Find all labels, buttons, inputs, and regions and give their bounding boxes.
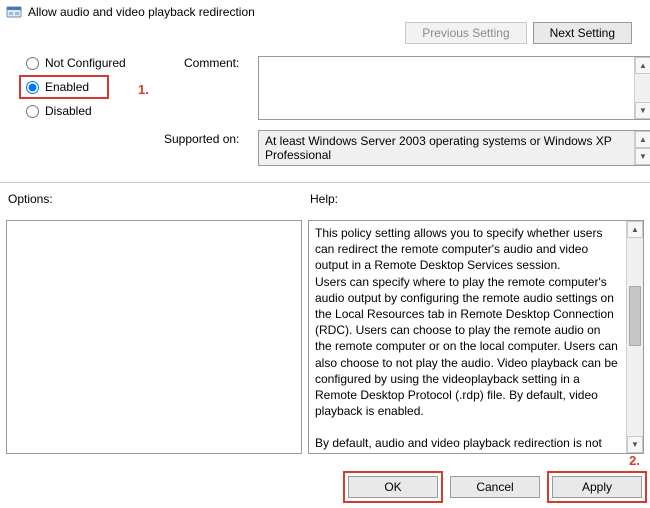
state-radios: Not Configured Enabled Disabled — [26, 56, 126, 118]
options-box — [6, 220, 302, 454]
help-scrollbar[interactable]: ▲ ▼ — [626, 221, 643, 453]
previous-setting-button[interactable]: Previous Setting — [405, 22, 526, 44]
cancel-button[interactable]: Cancel — [450, 476, 540, 498]
policy-dialog: Allow audio and video playback redirecti… — [0, 0, 650, 508]
radio-disabled-input[interactable] — [26, 105, 39, 118]
cancel-button-wrap: Cancel — [450, 476, 540, 498]
options-label: Options: — [8, 192, 53, 206]
apply-button-wrap: Apply — [552, 476, 642, 498]
comment-box: ▲ ▼ — [258, 56, 650, 120]
radio-disabled[interactable]: Disabled — [26, 104, 126, 118]
ok-button-wrap: OK — [348, 476, 438, 498]
radio-enabled[interactable]: Enabled — [26, 80, 126, 94]
supported-on-box: At least Windows Server 2003 operating s… — [258, 130, 650, 166]
comment-scrollbar[interactable]: ▲ ▼ — [634, 57, 650, 119]
scroll-up-icon[interactable]: ▲ — [635, 57, 650, 74]
scroll-down-icon[interactable]: ▼ — [635, 102, 650, 119]
divider — [0, 182, 650, 183]
help-label: Help: — [310, 192, 338, 206]
radio-enabled-label: Enabled — [45, 80, 89, 94]
scroll-down-icon[interactable]: ▼ — [635, 148, 650, 165]
help-text: This policy setting allows you to specif… — [309, 221, 626, 453]
comment-label: Comment: — [184, 56, 239, 70]
scroll-track[interactable] — [627, 238, 643, 436]
radio-not-configured[interactable]: Not Configured — [26, 56, 126, 70]
scroll-thumb[interactable] — [629, 286, 641, 346]
comment-textarea[interactable] — [259, 57, 634, 119]
config-area: Not Configured Enabled Disabled 1. Comme… — [26, 56, 638, 176]
ok-button[interactable]: OK — [348, 476, 438, 498]
supported-on-text: At least Windows Server 2003 operating s… — [259, 131, 634, 165]
dialog-buttons: OK Cancel Apply — [348, 476, 642, 498]
scroll-up-icon[interactable]: ▲ — [635, 131, 650, 148]
nav-buttons: Previous Setting Next Setting — [405, 22, 632, 44]
radio-enabled-input[interactable] — [26, 81, 39, 94]
scroll-up-icon[interactable]: ▲ — [627, 221, 643, 238]
radio-disabled-label: Disabled — [45, 104, 92, 118]
radio-not-configured-input[interactable] — [26, 57, 39, 70]
next-setting-button[interactable]: Next Setting — [533, 22, 632, 44]
radio-not-configured-label: Not Configured — [45, 56, 126, 70]
supported-on-label: Supported on: — [164, 132, 239, 146]
annotation-1: 1. — [138, 82, 149, 97]
apply-button[interactable]: Apply — [552, 476, 642, 498]
supported-scrollbar[interactable]: ▲ ▼ — [634, 131, 650, 165]
annotation-2: 2. — [629, 453, 640, 468]
help-box: This policy setting allows you to specif… — [308, 220, 644, 454]
policy-icon — [6, 4, 22, 20]
window-title: Allow audio and video playback redirecti… — [28, 5, 255, 19]
scroll-down-icon[interactable]: ▼ — [627, 436, 643, 453]
